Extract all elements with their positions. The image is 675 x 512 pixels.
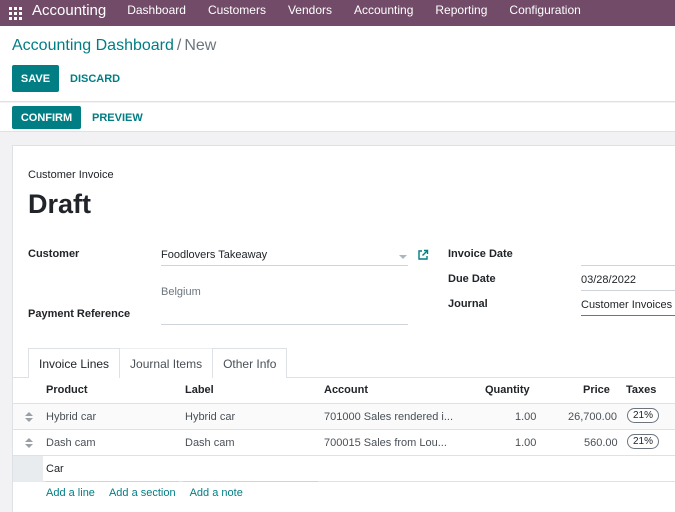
- product-input[interactable]: Car: [46, 463, 64, 475]
- row-product: Dash cam: [46, 437, 96, 449]
- product-input-underline: [46, 481, 179, 482]
- row-price: 26,700.00: [568, 411, 617, 423]
- row-quantity: 1.00: [515, 437, 537, 449]
- chevron-down-icon[interactable]: [399, 255, 407, 259]
- invoice-date-underline: [581, 265, 675, 266]
- add-note-link[interactable]: Add a note: [190, 487, 243, 499]
- add-line-link[interactable]: Add a line: [46, 487, 95, 499]
- due-date-field[interactable]: 03/28/2022: [581, 274, 636, 286]
- journal-label: Journal: [448, 298, 488, 310]
- top-navbar: Accounting Dashboard Customers Vendors A…: [0, 0, 675, 26]
- drag-handle-icon[interactable]: [25, 412, 33, 422]
- confirm-button[interactable]: CONFIRM: [12, 106, 81, 129]
- add-links: Add a line Add a section Add a note: [46, 487, 257, 499]
- journal-underline: [581, 315, 675, 316]
- payment-reference-underline: [161, 324, 408, 325]
- invoice-form-sheet: Customer Invoice Draft Customer Foodlove…: [12, 145, 675, 512]
- row-account: 700015 Sales from Lou...: [324, 437, 447, 449]
- breadcrumb-parent-link[interactable]: Accounting Dashboard: [12, 37, 174, 54]
- row-account: 701000 Sales rendered i...: [324, 411, 454, 423]
- drag-handle-icon[interactable]: [25, 438, 33, 448]
- control-panel: Accounting Dashboard / New SAVE DISCARD: [0, 26, 675, 102]
- menu-vendors[interactable]: Vendors: [288, 3, 332, 17]
- tab-journal-items[interactable]: Journal Items: [119, 348, 214, 378]
- column-price[interactable]: Price: [583, 384, 610, 396]
- tax-badge: 21%: [627, 434, 660, 449]
- customer-field-underline: [161, 265, 408, 266]
- menu-configuration[interactable]: Configuration: [509, 3, 580, 17]
- status-bar: CONFIRM PREVIEW: [0, 103, 675, 132]
- breadcrumb-separator: /: [176, 37, 182, 54]
- tax-badge: 21%: [627, 408, 660, 423]
- customer-address: Belgium: [161, 286, 201, 298]
- editing-row-handle: [13, 456, 43, 482]
- external-link-icon[interactable]: [417, 249, 429, 261]
- tab-invoice-lines[interactable]: Invoice Lines: [28, 348, 121, 378]
- breadcrumb-current: New: [184, 37, 217, 54]
- menu-reporting[interactable]: Reporting: [435, 3, 487, 17]
- customer-label: Customer: [28, 248, 80, 260]
- app-brand[interactable]: Accounting: [32, 2, 106, 19]
- row-price: 560.00: [584, 437, 618, 449]
- menu-accounting[interactable]: Accounting: [354, 3, 413, 17]
- menu-customers[interactable]: Customers: [208, 3, 266, 17]
- preview-button[interactable]: PREVIEW: [92, 106, 143, 129]
- label-input-underline: [183, 481, 318, 482]
- table-row[interactable]: Dash cam Dash cam 700015 Sales from Lou.…: [13, 430, 675, 456]
- due-date-label: Due Date: [448, 273, 496, 285]
- row-label: Dash cam: [185, 437, 235, 449]
- invoice-status-title: Draft: [28, 189, 92, 219]
- save-button[interactable]: SAVE: [12, 65, 59, 92]
- apps-grid-icon[interactable]: [9, 6, 22, 20]
- column-taxes[interactable]: Taxes: [626, 384, 656, 396]
- add-section-link[interactable]: Add a section: [109, 487, 176, 499]
- menu-dashboard[interactable]: Dashboard: [127, 3, 186, 17]
- journal-field[interactable]: Customer Invoices: [581, 299, 672, 311]
- column-product[interactable]: Product: [46, 384, 88, 396]
- table-header: Product Label Account Quantity Price Tax…: [13, 378, 675, 404]
- column-account[interactable]: Account: [324, 384, 368, 396]
- row-product: Hybrid car: [46, 411, 97, 423]
- column-quantity[interactable]: Quantity: [485, 384, 530, 396]
- row-label: Hybrid car: [185, 411, 236, 423]
- payment-reference-label: Payment Reference: [28, 308, 131, 320]
- breadcrumb: Accounting Dashboard / New: [12, 37, 216, 55]
- editing-row[interactable]: Car: [13, 456, 675, 482]
- invoice-date-label: Invoice Date: [448, 248, 513, 260]
- notebook-tabs: Invoice Lines Journal Items Other Info: [28, 348, 288, 378]
- table-row[interactable]: Hybrid car Hybrid car 701000 Sales rende…: [13, 404, 675, 430]
- tab-other-info[interactable]: Other Info: [212, 348, 288, 378]
- invoice-type-label: Customer Invoice: [28, 169, 114, 181]
- due-date-underline: [581, 290, 675, 291]
- row-quantity: 1.00: [515, 411, 537, 423]
- discard-button[interactable]: DISCARD: [70, 65, 120, 92]
- column-label[interactable]: Label: [185, 384, 214, 396]
- customer-field[interactable]: Foodlovers Takeaway: [161, 249, 267, 261]
